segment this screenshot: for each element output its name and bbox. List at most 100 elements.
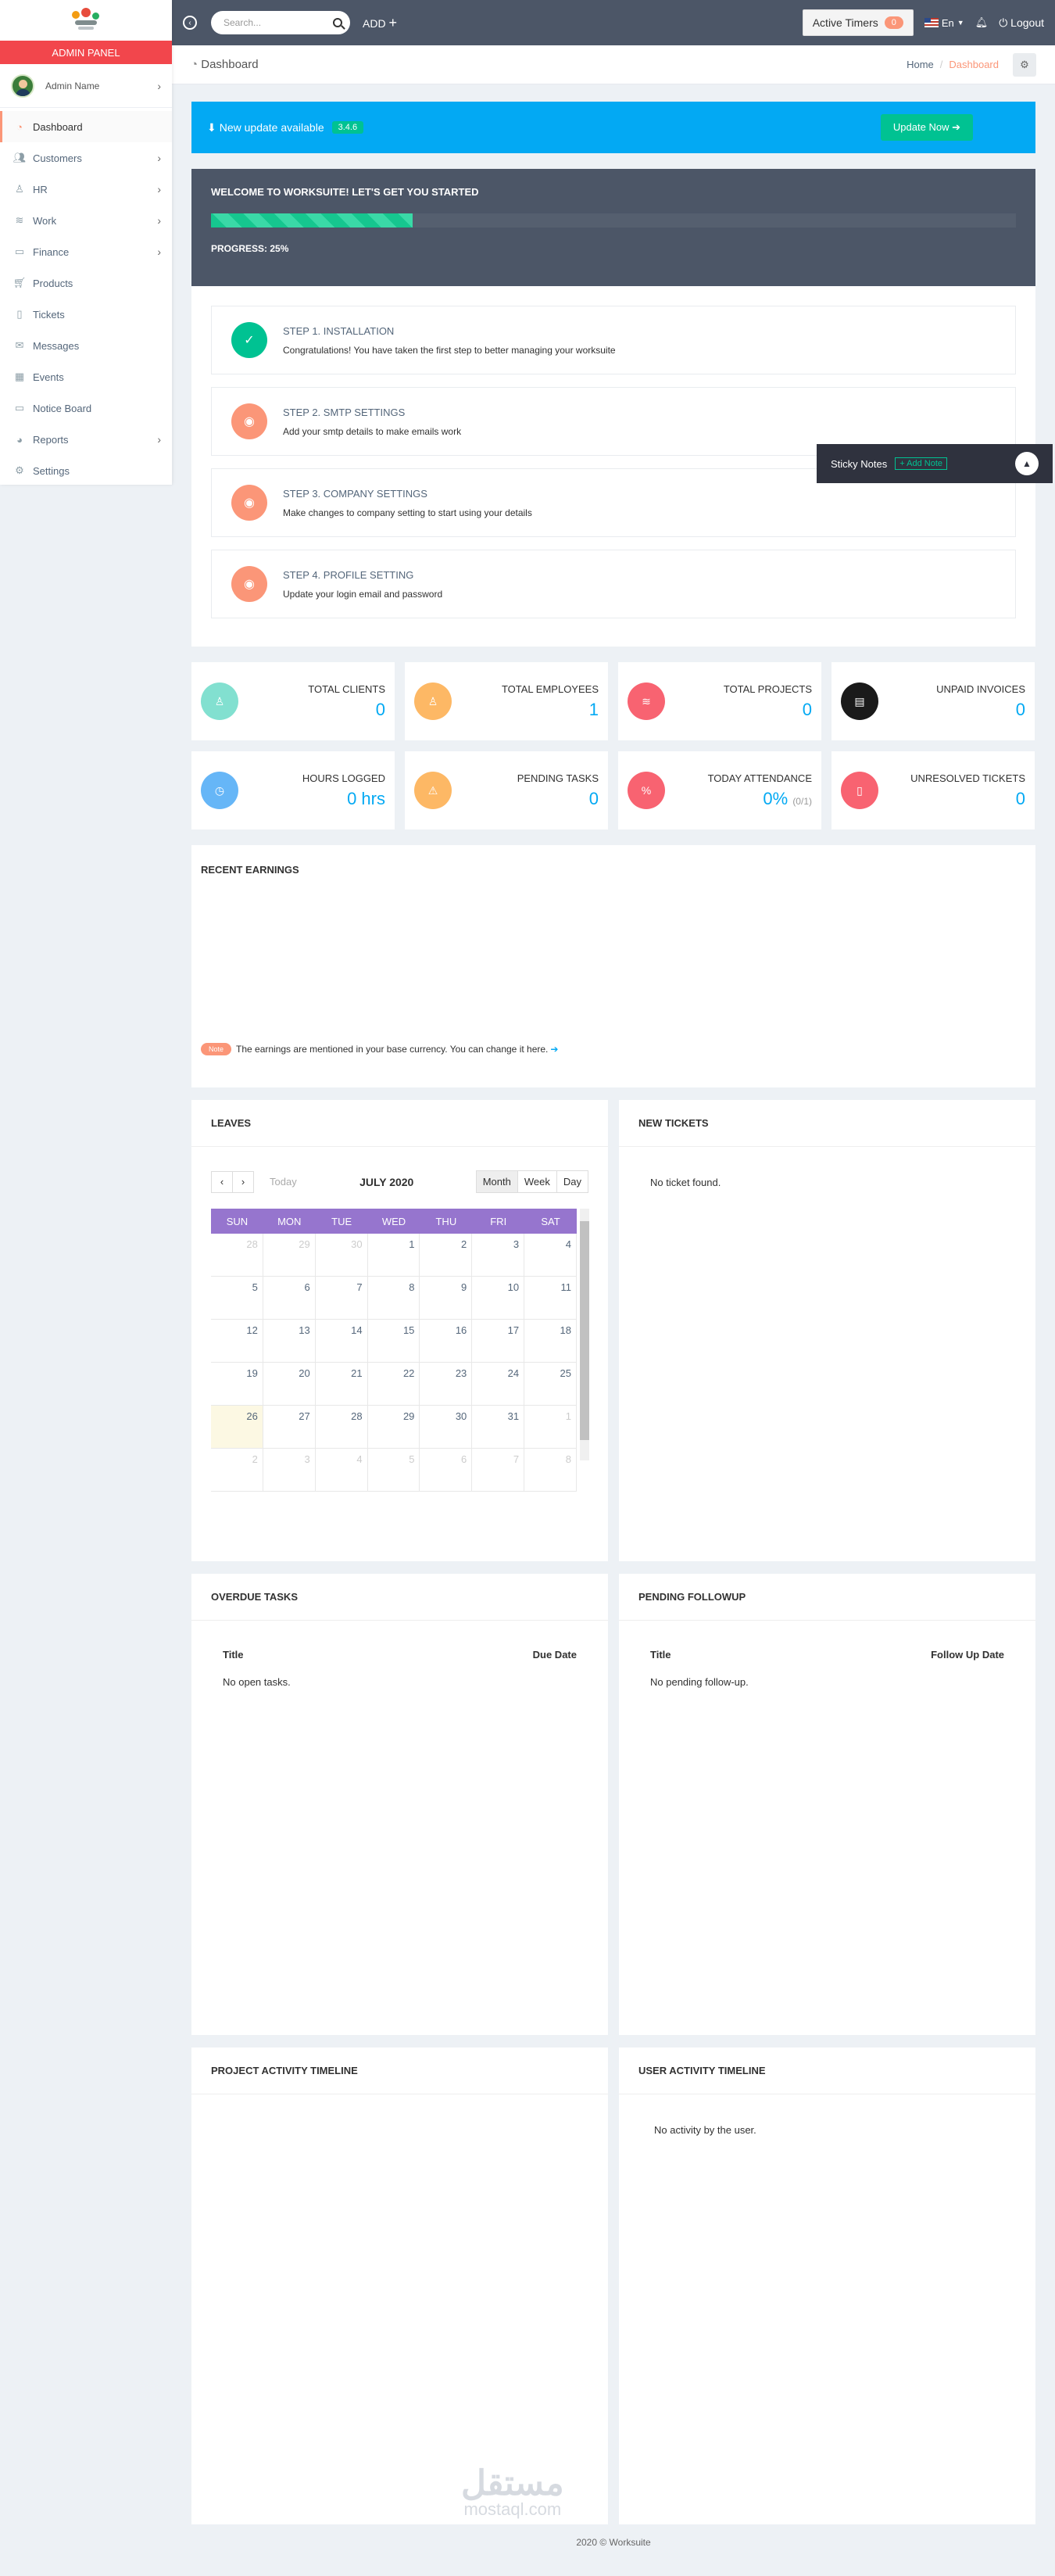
sidebar-toggle-icon[interactable]: ‹	[183, 16, 197, 30]
calendar-day-today[interactable]: 26	[211, 1406, 263, 1449]
setup-step[interactable]: ✓ STEP 1. INSTALLATION Congratulations! Yo…	[211, 306, 1016, 374]
view-month-button[interactable]: Month	[475, 1170, 518, 1193]
step-title: STEP 1. INSTALLATION	[283, 324, 395, 337]
stat-value: 0	[1015, 699, 1025, 719]
calendar-day[interactable]: 20	[263, 1363, 316, 1406]
calendar-day[interactable]: 2	[420, 1234, 473, 1277]
scrollbar-thumb[interactable]	[580, 1221, 589, 1440]
sidebar-item-work[interactable]: ≋ Work ›	[0, 205, 172, 236]
calendar-day[interactable]: 5	[211, 1277, 263, 1320]
calendar-day[interactable]: 11	[524, 1277, 577, 1320]
calendar-day[interactable]: 24	[472, 1363, 525, 1406]
calendar-day[interactable]: 3	[263, 1449, 316, 1492]
arrow-right-icon[interactable]: ➔	[550, 1044, 558, 1055]
calendar-day[interactable]: 16	[420, 1320, 473, 1363]
breadcrumb-home[interactable]: Home	[907, 59, 934, 70]
leaves-card: LEAVES ‹ › Today JULY 2020 Month Week Day …	[191, 1100, 608, 1561]
sidebar-item-notice-board[interactable]: ▭ Notice Board	[0, 392, 172, 424]
sidebar-item-messages[interactable]: ✉ Messages	[0, 330, 172, 361]
stat-card[interactable]: ▯ UNRESOLVED TICKETS 0	[831, 751, 1035, 829]
calendar-day[interactable]: 4	[524, 1234, 577, 1277]
calendar-day[interactable]: 28	[315, 1406, 368, 1449]
stat-card[interactable]: ◷ HOURS LOGGED 0 hrs	[191, 751, 395, 829]
calendar-day[interactable]: 14	[315, 1320, 368, 1363]
calendar-day[interactable]: 19	[211, 1363, 263, 1406]
sidebar-item-customers[interactable]: 👥︎ Customers ›	[0, 142, 172, 174]
calendar-day[interactable]: 21	[315, 1363, 368, 1406]
update-now-button[interactable]: Update Now ➔	[880, 114, 973, 141]
view-week-button[interactable]: Week	[517, 1170, 557, 1193]
view-day-button[interactable]: Day	[556, 1170, 588, 1193]
sidebar-item-reports[interactable]: ◕ Reports ›	[0, 424, 172, 455]
calendar-day[interactable]: 9	[420, 1277, 473, 1320]
calendar-day[interactable]: 29	[367, 1406, 420, 1449]
calendar-day[interactable]: 25	[524, 1363, 577, 1406]
calendar-day[interactable]: 23	[420, 1363, 473, 1406]
step-text: STEP 1. INSTALLATION Congratulations! You…	[283, 325, 616, 356]
sidebar-item-settings[interactable]: ⚙ Settings	[0, 455, 172, 486]
calendar-day[interactable]: 30	[315, 1234, 368, 1277]
calendar-day[interactable]: 18	[524, 1320, 577, 1363]
today-button[interactable]: Today	[270, 1176, 297, 1188]
stat-value-row: 0	[517, 789, 599, 809]
prev-month-button[interactable]: ‹	[211, 1170, 233, 1193]
calendar-day[interactable]: 27	[263, 1406, 316, 1449]
calendar-day[interactable]: 1	[524, 1406, 577, 1449]
calendar-day[interactable]: 3	[472, 1234, 525, 1277]
logo[interactable]	[0, 0, 172, 41]
sidebar-item-products[interactable]: 🛒︎ Products	[0, 267, 172, 299]
stat-value-row: 0	[308, 700, 385, 720]
search-icon[interactable]	[333, 18, 342, 27]
add-button[interactable]: ADD +	[363, 15, 397, 31]
calendar-day[interactable]: 7	[472, 1449, 525, 1492]
language-dropdown[interactable]: En ▼	[924, 17, 964, 29]
calendar-day[interactable]: 8	[367, 1277, 420, 1320]
calendar-day[interactable]: 30	[420, 1406, 473, 1449]
layers-icon: ≋	[628, 683, 665, 720]
stat-card[interactable]: % TODAY ATTENDANCE 0% (0/1)	[618, 751, 821, 829]
calendar-day[interactable]: 8	[524, 1449, 577, 1492]
calendar-day[interactable]: 17	[472, 1320, 525, 1363]
next-month-button[interactable]: ›	[232, 1170, 254, 1193]
calendar-day[interactable]: 7	[315, 1277, 368, 1320]
calendar-day[interactable]: 5	[367, 1449, 420, 1492]
note-text[interactable]: The earnings are mentioned in your base …	[236, 1044, 548, 1055]
sidebar-item-finance[interactable]: ▭ Finance ›	[0, 236, 172, 267]
calendar-day[interactable]: 28	[211, 1234, 263, 1277]
sticky-notes-title: Sticky Notes	[831, 457, 888, 470]
calendar-day[interactable]: 10	[472, 1277, 525, 1320]
stat-card[interactable]: ♙ TOTAL CLIENTS 0	[191, 662, 395, 740]
calendar-day[interactable]: 6	[420, 1449, 473, 1492]
calendar-day[interactable]: 13	[263, 1320, 316, 1363]
sidebar-item-dashboard[interactable]: ◔ Dashboard	[0, 111, 172, 142]
search-input[interactable]: Search...	[211, 11, 350, 34]
calendar-day[interactable]: 12	[211, 1320, 263, 1363]
calendar-day[interactable]: 1	[367, 1234, 420, 1277]
sidebar-item-hr[interactable]: ♙ HR ›	[0, 174, 172, 205]
calendar-day[interactable]: 2	[211, 1449, 263, 1492]
calendar-day[interactable]: 29	[263, 1234, 316, 1277]
calendar-day[interactable]: 6	[263, 1277, 316, 1320]
chevron-up-icon[interactable]: ▲	[1015, 452, 1039, 475]
sidebar-item-tickets[interactable]: ▯ Tickets	[0, 299, 172, 330]
stat-card[interactable]: ⚠ PENDING TASKS 0	[405, 751, 608, 829]
add-note-button[interactable]: + Add Note	[895, 457, 947, 470]
setup-step[interactable]: ◉ STEP 4. PROFILE SETTING Update your logi…	[211, 550, 1016, 618]
calendar-day[interactable]: 31	[472, 1406, 525, 1449]
user-profile[interactable]: Admin Name ›	[0, 64, 172, 108]
logout-label: Logout	[1010, 16, 1044, 29]
active-timers-button[interactable]: Active Timers 0	[802, 9, 914, 36]
calendar-day[interactable]: 22	[367, 1363, 420, 1406]
bell-icon[interactable]: 🔔︎	[975, 16, 989, 29]
stat-card[interactable]: ♙ TOTAL EMPLOYEES 1	[405, 662, 608, 740]
sidebar-item-events[interactable]: ▦ Events	[0, 361, 172, 392]
active-timers-label: Active Timers	[812, 16, 878, 29]
calendar-scrollbar[interactable]	[580, 1209, 589, 1460]
calendar-day[interactable]: 4	[315, 1449, 368, 1492]
stat-card[interactable]: ≋ TOTAL PROJECTS 0	[618, 662, 821, 740]
settings-gear-button[interactable]: ⚙	[1013, 52, 1036, 77]
sticky-notes-panel[interactable]: Sticky Notes + Add Note ▲	[817, 444, 1053, 483]
calendar-day[interactable]: 15	[367, 1320, 420, 1363]
stat-card[interactable]: ▤ UNPAID INVOICES 0	[831, 662, 1035, 740]
logout-button[interactable]: ⏻ Logout	[999, 16, 1044, 30]
